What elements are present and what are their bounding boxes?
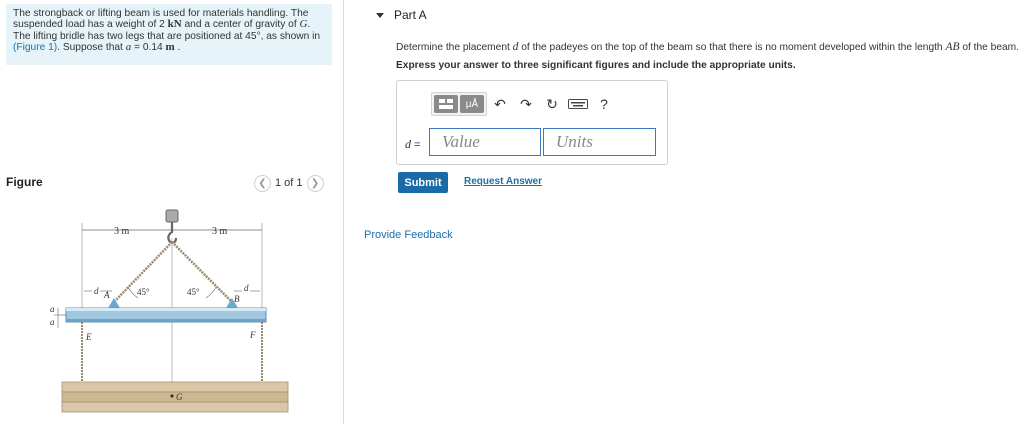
lift-ring — [165, 209, 179, 223]
left-panel: The strongback or lifting beam is used f… — [0, 0, 344, 424]
caret-down-icon[interactable] — [376, 12, 384, 18]
submit-button[interactable]: Submit — [398, 172, 448, 193]
part-a-header[interactable]: Part A — [376, 8, 427, 22]
template-icon[interactable] — [434, 95, 458, 113]
strongback-figure: 3 m 3 m 45° 45° A B d d a a E F G — [50, 209, 289, 413]
chevron-right-icon[interactable]: ❯ — [306, 174, 324, 192]
value-input[interactable]: Value — [429, 128, 541, 156]
provide-feedback-link[interactable]: Provide Feedback — [364, 229, 453, 241]
rope-right — [171, 241, 233, 303]
redo-icon[interactable]: ↷ — [513, 92, 539, 116]
figure-link[interactable]: (Figure 1) — [13, 42, 57, 53]
point-g-label: G — [176, 392, 183, 402]
figure-header: Figure ❮ 1 of 1 ❯ — [0, 172, 344, 194]
point-b-label: B — [234, 294, 240, 304]
chevron-left-icon[interactable]: ❮ — [254, 174, 271, 192]
reset-icon[interactable]: ↻ — [539, 92, 565, 116]
pager-count: 1 of 1 — [275, 177, 303, 189]
answer-toolbar: μÅ ↶ ↷ ↻ ? — [431, 89, 617, 119]
units-button[interactable]: μÅ — [460, 95, 484, 113]
problem-line-4: (Figure 1). Suppose that a = 0.14 m . — [13, 41, 181, 54]
instruction-text: Express your answer to three significant… — [396, 60, 796, 71]
help-icon[interactable]: ? — [591, 92, 617, 116]
dim-left-label: 3 m — [114, 226, 130, 237]
keyboard-icon[interactable] — [565, 92, 591, 116]
d-left-label: d — [94, 286, 99, 296]
load-plank-1 — [61, 381, 289, 393]
load-plank-2 — [61, 391, 289, 403]
point-a-label: A — [103, 290, 110, 300]
center-of-gravity-marker — [170, 394, 174, 398]
dim-right-label: 3 m — [212, 226, 228, 237]
request-answer-link[interactable]: Request Answer — [464, 176, 542, 187]
figure-pager: ❮ 1 of 1 ❯ — [254, 174, 324, 192]
problem-line-2: suspended load has a weight of 2 kN and … — [13, 18, 311, 31]
problem-statement: The strongback or lifting beam is used f… — [6, 4, 332, 65]
figure-title: Figure — [6, 175, 43, 189]
load-plank-3 — [61, 401, 289, 413]
angle-right-label: 45° — [187, 287, 200, 297]
part-a-label: Part A — [394, 8, 427, 22]
answer-box: μÅ ↶ ↷ ↻ ? d = Value Units — [396, 80, 668, 165]
undo-icon[interactable]: ↶ — [487, 92, 513, 116]
units-input[interactable]: Units — [543, 128, 656, 156]
padeye-a — [108, 298, 120, 308]
point-e-label: E — [85, 332, 92, 342]
answer-variable-label: d = — [405, 137, 421, 151]
angle-left-label: 45° — [137, 287, 150, 297]
a-bottom-label: a — [50, 317, 55, 327]
d-right-label: d — [244, 283, 249, 293]
question-text: Determine the placement d of the padeyes… — [396, 41, 1019, 53]
a-top-label: a — [50, 304, 55, 314]
point-f-label: F — [249, 330, 256, 340]
template-group: μÅ — [431, 92, 487, 116]
